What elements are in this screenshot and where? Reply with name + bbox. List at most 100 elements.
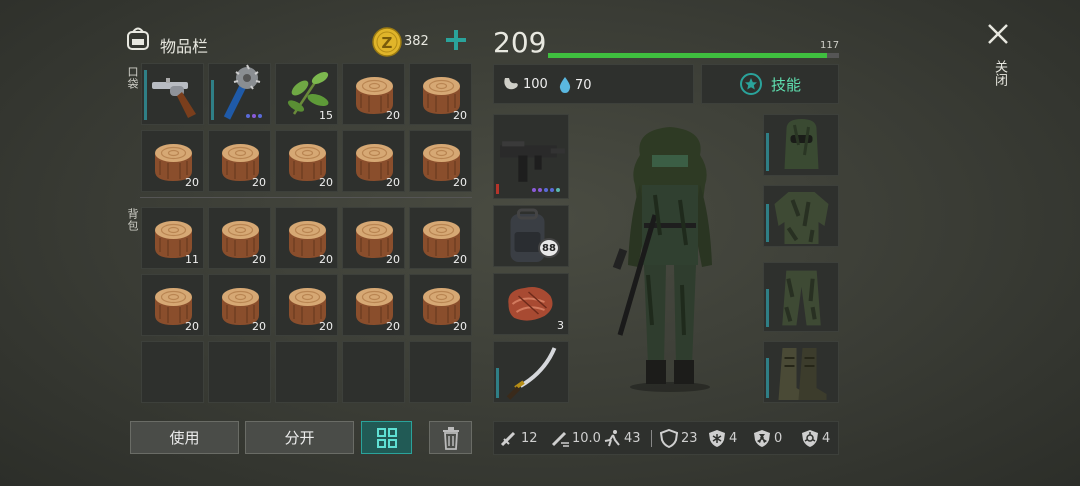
inventory-slot[interactable]: 20 [409,130,472,192]
empty-slot[interactable] [275,341,338,403]
inventory-slot[interactable]: 20 [275,130,338,192]
grid-icon [376,427,397,448]
item-count: 20 [453,176,467,189]
durability-bar [766,358,769,398]
stomach-icon [504,78,518,90]
split-button[interactable]: 分开 [245,421,354,454]
backpack-label: 背包 [126,208,139,232]
item-count: 20 [386,320,400,333]
item-count: 3 [557,319,564,332]
inventory-slot[interactable] [493,114,569,199]
toxic-resist-icon [802,430,818,447]
hp-bar [548,53,839,58]
inventory-slot[interactable]: 20 [208,274,271,336]
melee-damage-icon [500,431,516,447]
stat-item: 4 [708,429,737,448]
item-count: 20 [453,109,467,122]
inventory-slot[interactable]: 20 [409,207,472,269]
item-count: 20 [386,176,400,189]
pocket-label: 口袋 [126,66,139,90]
vitals-panel: 100 70 [493,64,694,104]
item-count: 20 [319,176,333,189]
durability-bar [211,80,214,120]
durability-bar [144,70,147,120]
inventory-slot[interactable] [493,341,569,403]
stat-value: 43 [624,431,641,446]
inventory-slot[interactable]: 15 [275,63,338,125]
attack-speed-icon [551,431,569,447]
empty-slot[interactable] [208,341,271,403]
hunger-value: 100 [523,76,548,92]
durability-bar [496,184,499,194]
close-icon [988,24,1008,44]
inventory-slot[interactable]: 88 [493,205,569,267]
skills-label: 技能 [770,75,801,94]
item-count: 20 [319,253,333,266]
skills-button[interactable]: 技能 [701,64,839,104]
inventory-slot[interactable]: 20 [275,274,338,336]
coin-count: 382 [404,34,429,49]
stat-value: 23 [681,431,698,446]
inventory-slot[interactable] [208,63,271,125]
inventory-slot[interactable]: 20 [409,274,472,336]
coin-icon: Z [372,27,402,61]
rarity-dots [532,188,560,192]
stat-item: 43 [603,429,641,448]
character-model [600,125,740,395]
item-count: 15 [319,109,333,122]
item-count: 20 [319,320,333,333]
trash-icon [442,426,459,450]
item-count: 20 [453,320,467,333]
stats-separator [651,430,652,447]
inventory-slot[interactable] [763,185,839,247]
empty-slot[interactable] [141,341,204,403]
rarity-dots [246,114,262,118]
sort-grid-button[interactable] [361,421,412,454]
hp-value: 209 [493,26,547,59]
inventory-slot[interactable]: 20 [342,207,405,269]
inventory-slot[interactable]: 20 [342,63,405,125]
radiation-resist-icon [754,430,770,447]
inventory-slot[interactable]: 20 [208,207,271,269]
inventory-slot[interactable] [141,63,204,125]
inventory-slot[interactable]: 20 [275,207,338,269]
star-badge-icon [739,73,762,95]
inventory-slot[interactable] [763,262,839,332]
stat-value: 4 [729,431,738,446]
item-count: 20 [386,253,400,266]
stat-value: 10.0 [572,431,601,446]
inventory-slot[interactable]: 20 [409,63,472,125]
water-drop-icon [559,77,571,93]
close-label: 关闭 [992,60,1007,86]
plus-icon [446,30,466,50]
inventory-slot[interactable]: 20 [342,130,405,192]
empty-slot[interactable] [342,341,405,403]
close-button[interactable]: 关闭 [984,20,1012,100]
stat-item: 0 [753,429,782,448]
inventory-slot[interactable]: 20 [141,274,204,336]
stat-item: 12 [500,429,538,448]
hp-max: 117 [820,40,840,51]
item-count: 20 [252,320,266,333]
inventory-slot[interactable]: 20 [342,274,405,336]
item-count: 20 [252,253,266,266]
section-divider [140,197,472,198]
stat-value: 4 [822,431,831,446]
thirst-value: 70 [575,77,592,93]
trash-button[interactable] [429,421,472,454]
inventory-slot[interactable]: 11 [141,207,204,269]
item-count: 20 [185,176,199,189]
durability-bar [766,204,769,242]
add-coins-button[interactable] [444,28,468,52]
svg-text:Z: Z [382,34,393,52]
inventory-slot[interactable] [763,341,839,403]
durability-bar [496,368,499,398]
inventory-slot[interactable]: 3 [493,273,569,335]
inventory-slot[interactable] [763,114,839,176]
thirst-stat: 70 [558,76,592,94]
item-count: 20 [453,253,467,266]
empty-slot[interactable] [409,341,472,403]
inventory-slot[interactable]: 20 [141,130,204,192]
use-button[interactable]: 使用 [130,421,239,454]
inventory-slot[interactable]: 20 [208,130,271,192]
